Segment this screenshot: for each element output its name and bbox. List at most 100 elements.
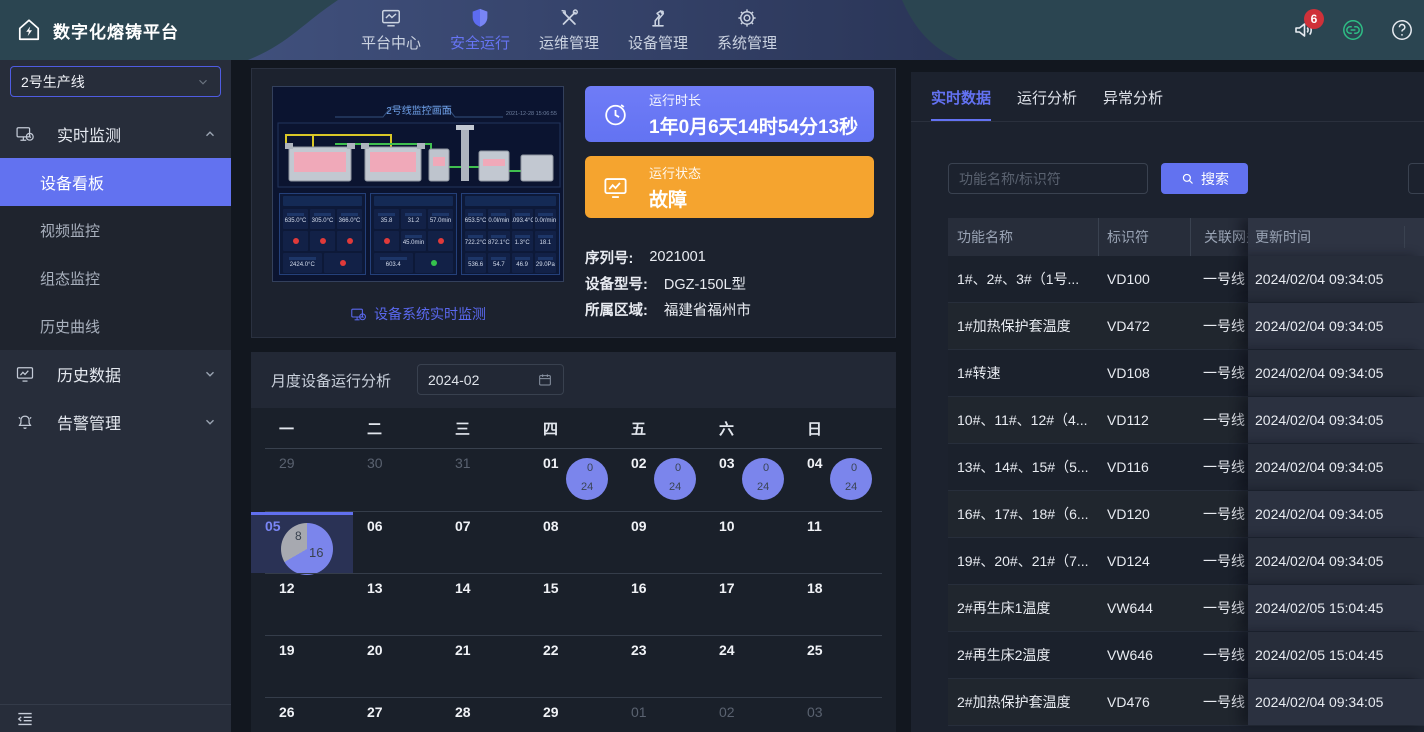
calendar-week-row: 12131415161718 — [265, 573, 882, 635]
calendar-day[interactable]: 14 — [441, 574, 529, 635]
collapse-sidebar-icon[interactable] — [15, 709, 35, 729]
calendar-day[interactable]: 16 — [617, 574, 705, 635]
table-row[interactable]: 1#、2#、3#（1号...VD100一号线2024/02/04 09:34:0… — [948, 256, 1424, 303]
top-header: 数字化熔铸平台 平台中心 安全运行 运维管理 — [0, 0, 1424, 60]
calendar-day[interactable]: 26 — [265, 698, 353, 732]
tab-anomaly-analysis[interactable]: 异常分析 — [1103, 87, 1163, 121]
nav-device-management[interactable]: 设备管理 — [625, 4, 691, 56]
calendar-day[interactable]: 06 — [353, 512, 441, 573]
production-line-value: 2号生产线 — [21, 72, 196, 92]
search-icon — [1180, 171, 1195, 186]
tab-realtime-data[interactable]: 实时数据 — [931, 87, 991, 121]
search-input[interactable] — [948, 163, 1148, 194]
realtime-monitor-submenu: 设备看板 视频监控 组态监控 历史曲线 — [0, 158, 231, 350]
calendar-day[interactable]: 12 — [265, 574, 353, 635]
table-header: 功能名称标识符关联网关更新时间 — [948, 218, 1424, 256]
calendar-day[interactable]: 23 — [617, 636, 705, 697]
calendar-day[interactable]: 08 — [529, 512, 617, 573]
device-overview-card: 2号线监控画面 2021-12-28 15:06:55 — [251, 68, 896, 338]
clock-icon — [602, 101, 629, 128]
weekday-label: 一 — [265, 418, 353, 448]
main-nav: 平台中心 安全运行 运维管理 设备管理 — [358, 0, 780, 60]
connection-status-button[interactable] — [1341, 18, 1365, 42]
calendar-day[interactable]: 02024 — [617, 449, 705, 511]
runtime-label: 运行时长 — [649, 90, 858, 109]
monitor-chart-icon — [602, 174, 629, 201]
calendar-day[interactable]: 24 — [705, 636, 793, 697]
calendar-day[interactable]: 09 — [617, 512, 705, 573]
table-row[interactable]: 2#再生床2温度VW646一号线2024/02/05 15:04:45 — [948, 632, 1424, 679]
calendar-day[interactable]: 20 — [353, 636, 441, 697]
tab-operation-analysis[interactable]: 运行分析 — [1017, 87, 1077, 121]
sidebar-item-realtime-monitor[interactable]: 实时监测 — [0, 110, 231, 158]
data-panel: 实时数据 运行分析 异常分析 搜索 功能名称标识符关联网关更新时间 1#、2#、… — [911, 72, 1424, 732]
calendar-day[interactable]: 18 — [793, 574, 881, 635]
calendar-day[interactable]: 29 — [529, 698, 617, 732]
scada-thumbnail[interactable]: 2号线监控画面 2021-12-28 15:06:55 — [272, 86, 564, 282]
help-button[interactable] — [1390, 18, 1414, 42]
sidebar-item-history-curve[interactable]: 历史曲线 — [0, 302, 231, 350]
day-usage-badge: 024 — [830, 458, 872, 500]
day-usage-badge: 024 — [742, 458, 784, 500]
sidebar-item-history-data[interactable]: 历史数据 — [0, 350, 231, 398]
table-row[interactable]: 2#再生床1温度VW644一号线2024/02/05 15:04:45 — [948, 585, 1424, 632]
table-row[interactable]: 2#加热保护套温度VD476一号线2024/02/04 09:34:05 — [948, 679, 1424, 726]
calendar-day[interactable]: 31 — [441, 449, 529, 511]
nav-platform-center[interactable]: 平台中心 — [358, 4, 424, 56]
calendar-day[interactable]: 07 — [441, 512, 529, 573]
calendar-day[interactable]: 22 — [529, 636, 617, 697]
production-line-select[interactable]: 2号生产线 — [10, 66, 221, 97]
table-row[interactable]: 1#加热保护套温度VD472一号线2024/02/04 09:34:05 — [948, 303, 1424, 350]
scada-timestamp-text: 2021-12-28 15:06:55 — [506, 111, 557, 117]
sidebar-item-video-monitor[interactable]: 视频监控 — [0, 206, 231, 254]
weekday-label: 六 — [705, 418, 793, 448]
nav-system-management[interactable]: 系统管理 — [714, 4, 780, 56]
help-icon — [1390, 18, 1414, 42]
calendar-day[interactable]: 19 — [265, 636, 353, 697]
calendar-day[interactable]: 03024 — [705, 449, 793, 511]
calendar-day[interactable]: 01024 — [529, 449, 617, 511]
calendar-day[interactable]: 10 — [705, 512, 793, 573]
nav-ops-management[interactable]: 运维管理 — [536, 4, 602, 56]
nav-safe-operation[interactable]: 安全运行 — [447, 4, 513, 56]
table-row[interactable]: 13#、14#、15#（5...VD116一号线2024/02/04 09:34… — [948, 444, 1424, 491]
scada-panel: 653.5°C0.0l/min1093.4°C0.0r/min722.2°C87… — [461, 193, 560, 275]
calendar-day[interactable]: 02 — [705, 698, 793, 732]
calendar-day[interactable]: 28 — [441, 698, 529, 732]
link-status-icon — [1341, 18, 1365, 42]
calendar-day[interactable]: 25 — [793, 636, 881, 697]
table-row[interactable]: 19#、20#、21#（7...VD124一号线2024/02/04 09:34… — [948, 538, 1424, 585]
scada-data-panels: 635.0°C305.0°C366.0°C2424.0°C35.831.257.… — [273, 191, 564, 279]
gear-icon — [736, 7, 758, 29]
month-picker[interactable]: 2024-02 — [417, 364, 564, 395]
scada-panel: 35.831.257.0min45.0min603.4 — [370, 193, 457, 275]
status-label: 运行状态 — [649, 163, 701, 182]
table-row[interactable]: 1#转速VD108一号线2024/02/04 09:34:05 — [948, 350, 1424, 397]
calendar-day[interactable]: 30 — [353, 449, 441, 511]
clipped-input-stub[interactable] — [1408, 163, 1424, 194]
calendar-day[interactable]: 11 — [793, 512, 881, 573]
calendar-day[interactable]: 04024 — [793, 449, 881, 511]
sidebar-item-alarm-management[interactable]: 告警管理 — [0, 398, 231, 446]
device-realtime-link[interactable]: 设备系统实时监测 — [272, 304, 564, 324]
search-button[interactable]: 搜索 — [1161, 163, 1248, 194]
realtime-monitor-icon — [15, 124, 35, 144]
notifications-button[interactable]: 6 — [1292, 18, 1316, 42]
sidebar-item-device-board[interactable]: 设备看板 — [0, 158, 231, 206]
calendar-day[interactable]: 05816 — [251, 512, 353, 573]
realtime-data-table: 功能名称标识符关联网关更新时间 1#、2#、3#（1号...VD100一号线20… — [948, 218, 1424, 732]
sidebar-item-scada-monitor[interactable]: 组态监控 — [0, 254, 231, 302]
device-region-row: 所属区域: 福建省福州市 — [585, 296, 751, 322]
calendar-day[interactable]: 29 — [265, 449, 353, 511]
calendar-day[interactable]: 15 — [529, 574, 617, 635]
calendar-day[interactable]: 27 — [353, 698, 441, 732]
day-usage-pie: 816 — [281, 523, 333, 575]
calendar-day[interactable]: 21 — [441, 636, 529, 697]
chevron-down-icon — [203, 367, 217, 381]
table-row[interactable]: 16#、17#、18#（6...VD120一号线2024/02/04 09:34… — [948, 491, 1424, 538]
calendar-day[interactable]: 13 — [353, 574, 441, 635]
calendar-day[interactable]: 03 — [793, 698, 881, 732]
calendar-day[interactable]: 17 — [705, 574, 793, 635]
table-row[interactable]: 10#、11#、12#（4...VD112一号线2024/02/04 09:34… — [948, 397, 1424, 444]
calendar-day[interactable]: 01 — [617, 698, 705, 732]
